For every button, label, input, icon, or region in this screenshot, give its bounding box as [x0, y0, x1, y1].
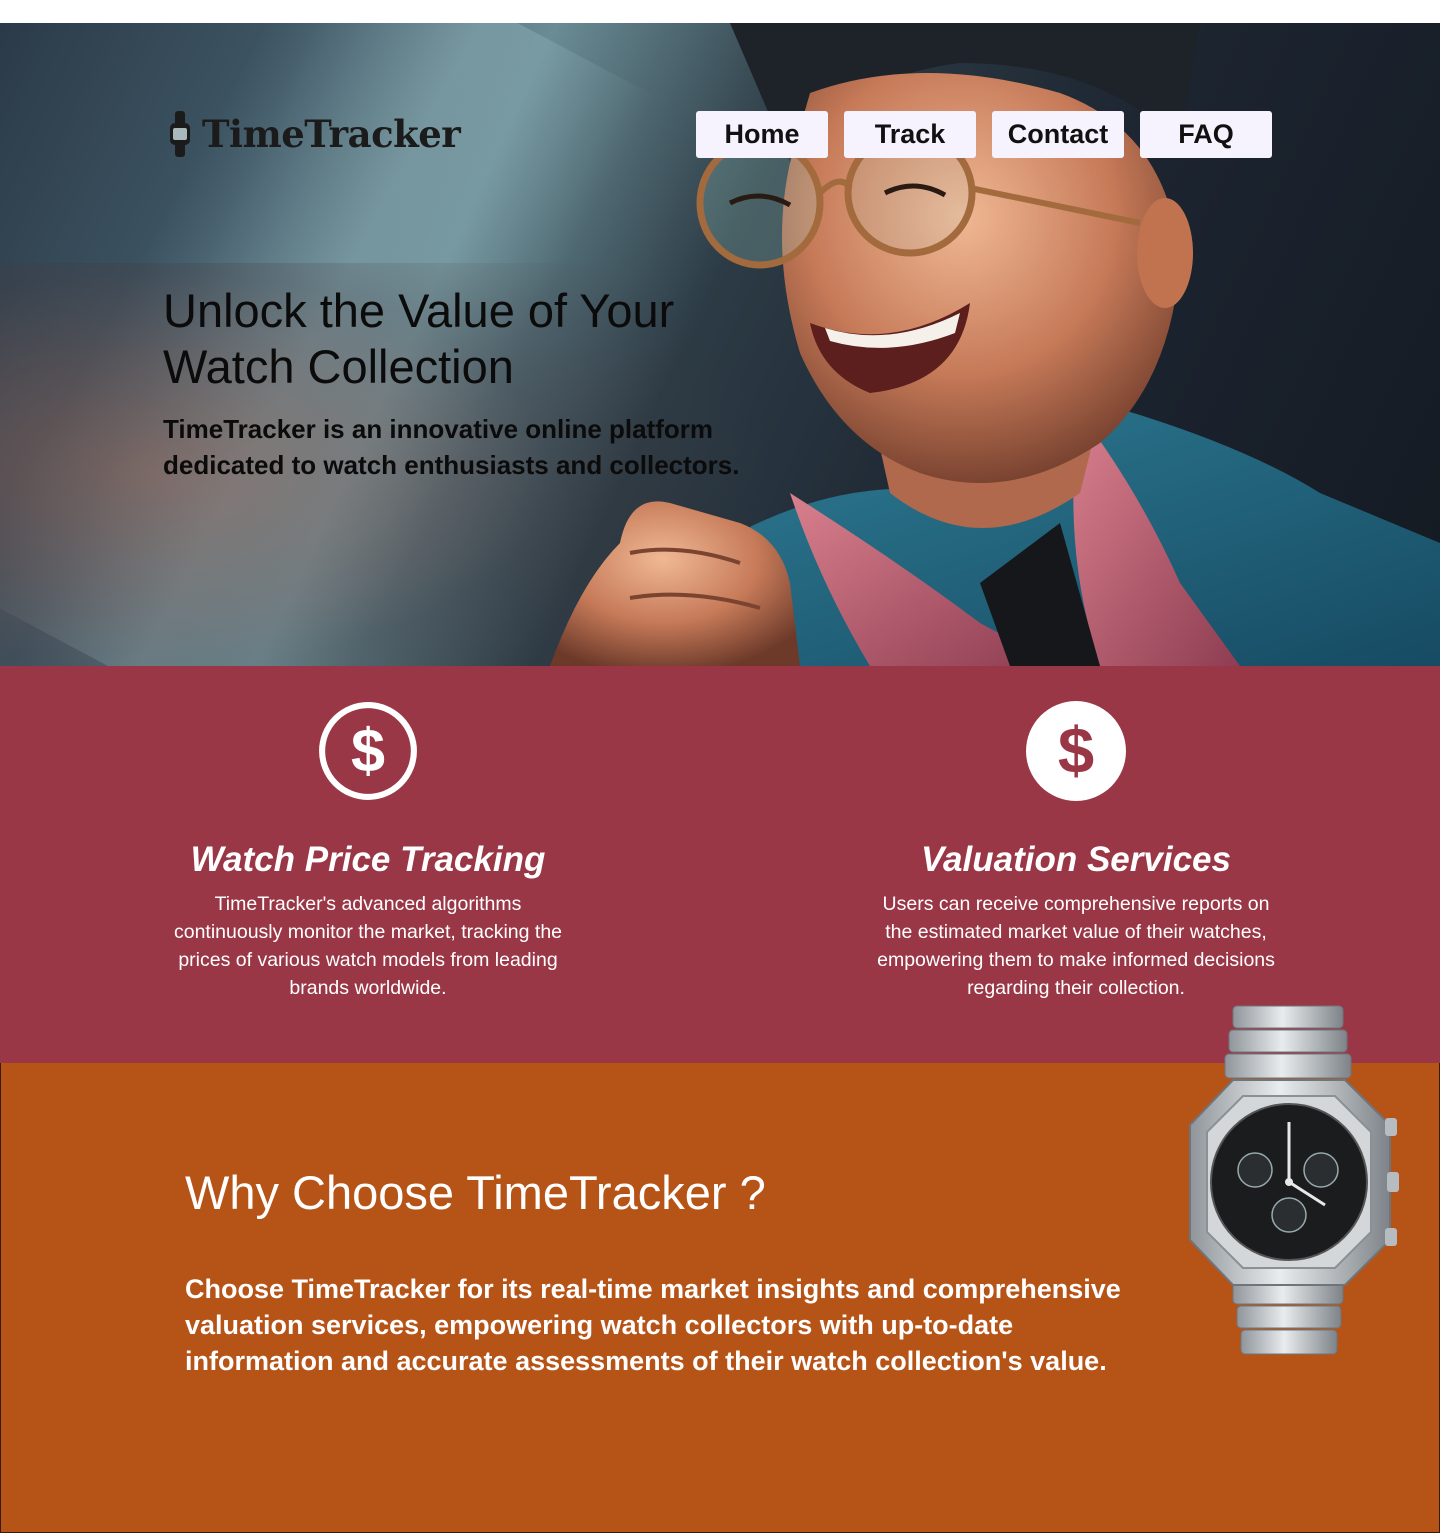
why-title: Why Choose TimeTracker ?: [185, 1166, 766, 1219]
watch-logo-icon: [170, 111, 190, 157]
nav-home-button[interactable]: Home: [696, 111, 828, 158]
brand-logo[interactable]: TimeTracker: [168, 109, 461, 159]
hero-subtitle: TimeTracker is an innovative online plat…: [163, 414, 740, 480]
feature-description: Users can receive comprehensive reports …: [877, 893, 1275, 999]
luxury-watch-image: [1189, 1005, 1399, 1355]
feature-price-tracking: $ Watch Price Tracking TimeTracker's adv…: [108, 666, 628, 1002]
main-navigation: Home Track Contact FAQ: [696, 111, 1272, 158]
nav-faq-button[interactable]: FAQ: [1140, 111, 1272, 158]
feature-description: TimeTracker's advanced algorithms contin…: [173, 893, 563, 999]
hero-title: Unlock the Value of Your Watch Collectio…: [163, 284, 675, 393]
feature-title: Valuation Services: [921, 840, 1231, 879]
feature-title: Watch Price Tracking: [190, 840, 546, 879]
nav-contact-button[interactable]: Contact: [992, 111, 1124, 158]
svg-text:$: $: [1058, 713, 1094, 786]
brand-name: TimeTracker: [202, 112, 461, 156]
feature-valuation-services: $ Valuation Services Users can receive c…: [816, 666, 1336, 1002]
nav-track-button[interactable]: Track: [844, 111, 976, 158]
dollar-circle-filled-icon: $: [1026, 701, 1126, 801]
why-description: Choose TimeTracker for its real-time mar…: [185, 1274, 1121, 1376]
svg-text:$: $: [351, 716, 385, 784]
hero-section: TimeTracker Home Track Contact FAQ Unloc…: [0, 23, 1440, 666]
dollar-circle-outline-icon: $: [319, 702, 417, 800]
